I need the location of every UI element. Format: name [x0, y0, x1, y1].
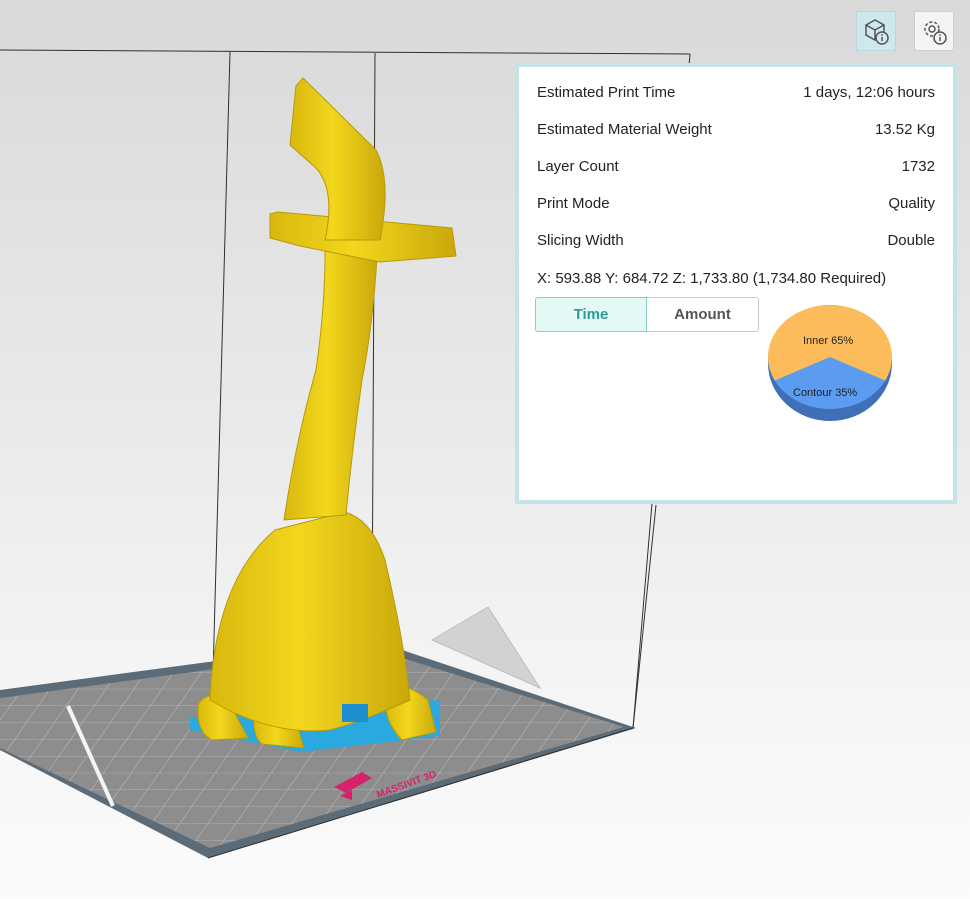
gear-info-icon	[924, 21, 947, 45]
info-label: Estimated Print Time	[537, 83, 676, 101]
info-row-print-mode: Print Mode Quality	[537, 192, 935, 214]
info-row-material-weight: Estimated Material Weight 13.52 Kg	[537, 118, 935, 140]
info-label: Print Mode	[537, 194, 610, 212]
info-value: 1732	[901, 157, 935, 175]
info-label: Estimated Material Weight	[537, 120, 712, 138]
info-row-print-time: Estimated Print Time 1 days, 12:06 hours	[537, 81, 935, 103]
info-row-layer-count: Layer Count 1732	[537, 155, 935, 177]
time-pie-chart: Inner 65% Contour 35%	[765, 300, 895, 440]
info-value: Quality	[888, 194, 935, 212]
printed-model	[197, 77, 457, 749]
info-value: 13.52 Kg	[874, 120, 935, 138]
coordinates-readout: X: 593.88 Y: 684.72 Z: 1,733.80 (1,734.8…	[537, 270, 887, 287]
cube-info-icon	[865, 19, 889, 45]
info-row-slicing-width: Slicing Width Double	[537, 229, 935, 251]
info-value: Double	[887, 231, 935, 249]
tab-amount[interactable]: Amount	[647, 297, 759, 332]
info-label: Layer Count	[537, 157, 619, 175]
print-info-panel: Estimated Print Time 1 days, 12:06 hours…	[515, 63, 957, 504]
pie-label-contour: Contour 35%	[793, 387, 858, 399]
info-label: Slicing Width	[537, 231, 624, 249]
settings-info-button[interactable]	[914, 11, 954, 51]
info-value: 1 days, 12:06 hours	[803, 83, 935, 101]
chart-mode-tabs: Time Amount	[535, 297, 759, 332]
model-info-button[interactable]	[856, 11, 896, 51]
tab-time[interactable]: Time	[535, 297, 647, 332]
pie-label-inner: Inner 65%	[803, 335, 854, 347]
